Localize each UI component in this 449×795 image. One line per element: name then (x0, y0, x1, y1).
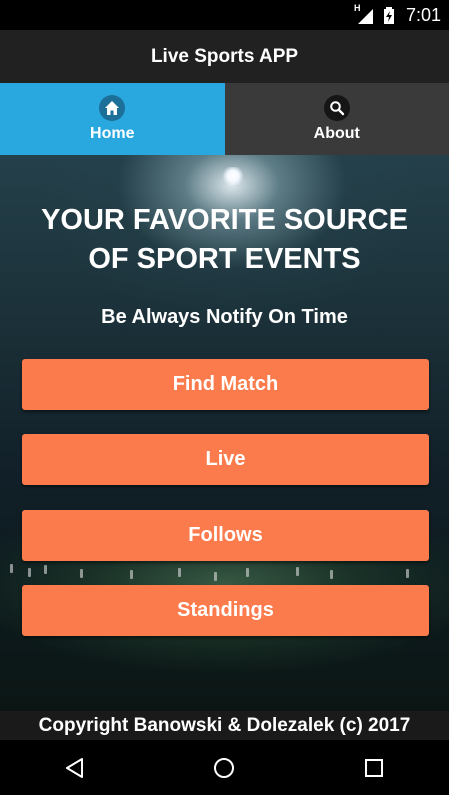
tab-home-label: Home (90, 125, 135, 142)
floodlight-glow (222, 167, 244, 185)
app-title: Live Sports APP (150, 45, 299, 67)
search-icon (323, 95, 350, 121)
mobile-signal-icon: H (354, 3, 374, 25)
standings-button[interactable]: Standings (22, 585, 429, 636)
hero-subheadline: Be Always Notify On Time (101, 306, 348, 328)
follows-button[interactable]: Follows (22, 510, 429, 561)
system-navigation-bar (0, 740, 449, 795)
hero-headline-line2: OF SPORT EVENTS (88, 243, 361, 275)
hero-headline: YOUR FAVORITE SOURCE OF SPORT EVENTS (0, 201, 449, 279)
back-button[interactable] (45, 740, 105, 795)
tab-bar: Home About (0, 83, 449, 155)
recents-button[interactable] (344, 740, 404, 795)
home-circle-icon (214, 757, 235, 778)
hero-headline-line1: YOUR FAVORITE SOURCE (41, 204, 408, 236)
battery-charging-icon (380, 5, 400, 25)
app-bar: Live Sports APP (0, 30, 449, 83)
back-triangle-icon (65, 757, 83, 778)
status-bar: H 7:01 (0, 0, 449, 30)
status-time: 7:01 (405, 4, 441, 25)
tab-home[interactable]: Home (0, 83, 225, 155)
find-match-button[interactable]: Find Match (22, 359, 429, 410)
home-nav-button[interactable] (194, 740, 254, 795)
recents-square-icon (365, 758, 384, 777)
hero-section: YOUR FAVORITE SOURCE OF SPORT EVENTS Be … (0, 155, 449, 711)
home-icon (99, 95, 126, 121)
copyright-text: Copyright Banowski & Dolezalek (c) 2017 (38, 714, 411, 736)
footer: Copyright Banowski & Dolezalek (c) 2017 (0, 711, 449, 740)
live-button[interactable]: Live (22, 434, 429, 485)
tab-about[interactable]: About (224, 83, 449, 155)
tab-about-label: About (313, 125, 360, 142)
